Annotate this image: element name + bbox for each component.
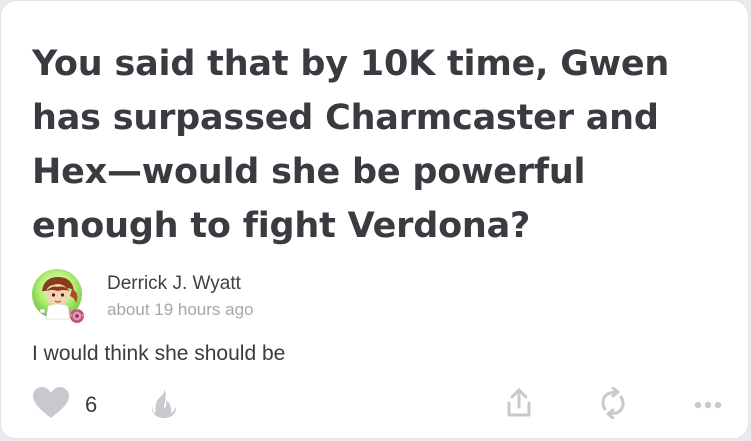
fire-button[interactable] <box>149 385 179 425</box>
more-button[interactable] <box>694 385 722 425</box>
heart-icon <box>32 386 70 425</box>
timestamp: about 19 hours ago <box>107 300 254 319</box>
avatar[interactable] <box>32 269 86 323</box>
share-icon <box>506 388 532 423</box>
author-name[interactable]: Derrick J. Wyatt <box>107 273 241 295</box>
action-bar: 6 <box>1 385 748 425</box>
more-icon <box>694 396 722 414</box>
fire-icon <box>149 387 179 424</box>
like-button[interactable] <box>32 385 70 425</box>
repost-button[interactable] <box>597 385 629 425</box>
like-count: 6 <box>85 392 98 417</box>
answer-card: You said that by 10K time, Gwen has surp… <box>0 0 749 439</box>
answer-text: I would think she should be <box>32 342 286 365</box>
repost-icon <box>597 386 629 424</box>
question-text: You said that by 10K time, Gwen has surp… <box>32 44 670 246</box>
share-button[interactable] <box>506 385 532 425</box>
